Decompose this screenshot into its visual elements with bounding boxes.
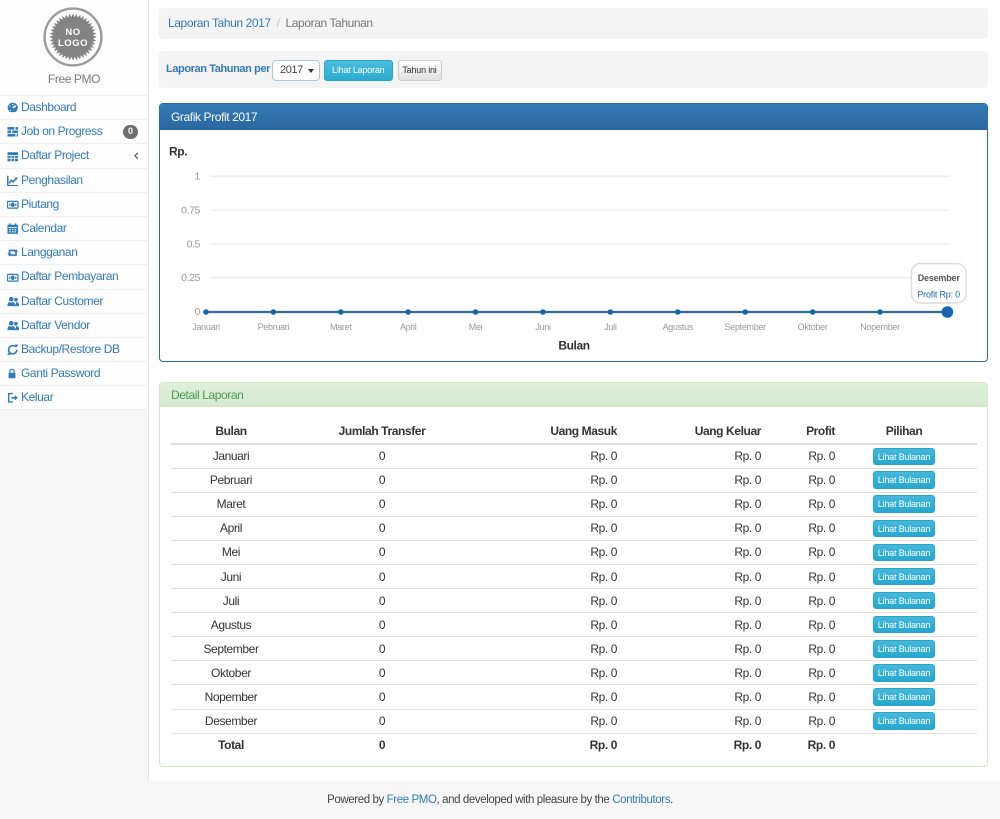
svg-text:0.5: 0.5	[187, 238, 201, 250]
svg-text:Juni: Juni	[535, 322, 551, 332]
svg-text:April: April	[400, 322, 417, 332]
svg-text:September: September	[725, 322, 767, 332]
svg-text:0: 0	[195, 306, 201, 318]
svg-text:Maret: Maret	[330, 322, 352, 332]
svg-text:Pebruari: Pebruari	[258, 322, 290, 332]
svg-text:Bulan: Bulan	[558, 338, 589, 352]
svg-text:Juli: Juli	[604, 322, 617, 332]
svg-text:Profit Rp: 0: Profit Rp: 0	[917, 289, 960, 299]
svg-text:LOGO: LOGO	[58, 38, 88, 49]
svg-text:Rp.: Rp.	[169, 144, 187, 158]
svg-text:Mei: Mei	[469, 322, 483, 332]
svg-text:Desember: Desember	[918, 273, 961, 283]
svg-text:Oktober: Oktober	[798, 322, 828, 332]
svg-text:Januari: Januari	[192, 322, 220, 332]
svg-text:0.75: 0.75	[181, 204, 200, 216]
svg-text:Nopember: Nopember	[860, 322, 900, 332]
svg-text:NO: NO	[65, 27, 80, 38]
svg-text:Agustus: Agustus	[663, 322, 694, 332]
svg-text:1: 1	[195, 170, 201, 182]
svg-text:0.25: 0.25	[181, 272, 200, 284]
